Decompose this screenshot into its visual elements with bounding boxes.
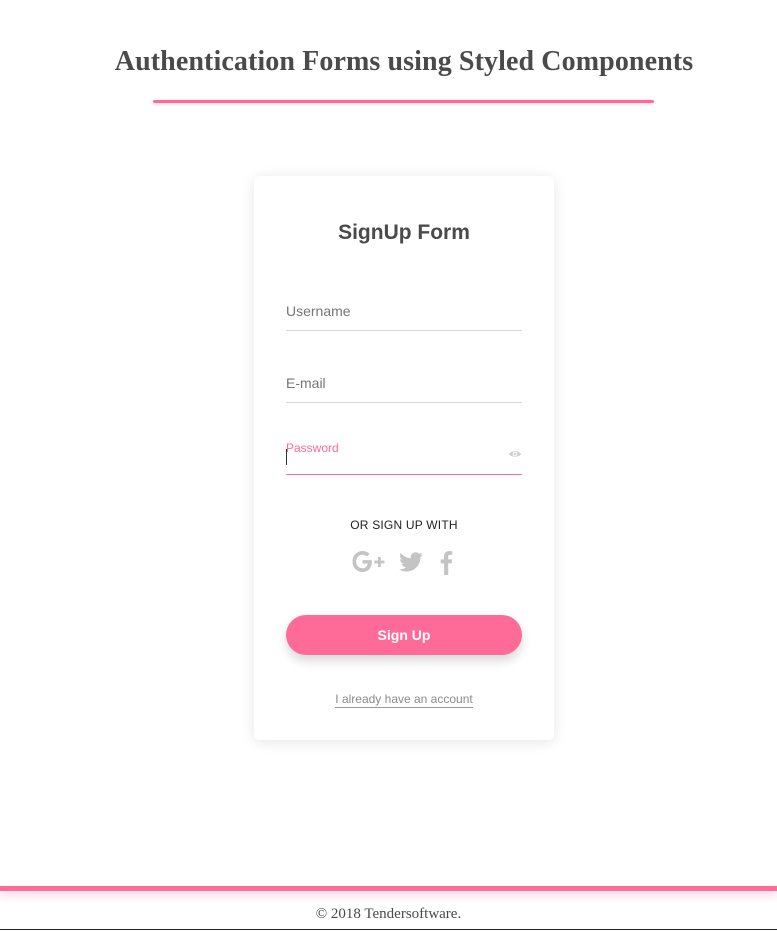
facebook-icon[interactable] — [439, 548, 453, 576]
username-field-wrapper — [286, 291, 522, 331]
email-input[interactable] — [286, 363, 522, 402]
password-field-wrapper: Password — [286, 435, 522, 475]
username-input[interactable] — [286, 291, 522, 330]
email-field-wrapper — [286, 363, 522, 403]
footer-bottom-border — [0, 929, 777, 930]
twitter-icon[interactable] — [398, 548, 424, 576]
social-signup-text: OR SIGN UP WITH — [350, 518, 458, 532]
eye-icon[interactable] — [508, 447, 522, 461]
footer-copyright: © 2018 Tendersoftware. — [315, 906, 462, 922]
login-link[interactable]: I already have an account — [335, 692, 473, 708]
footer-divider — [0, 886, 777, 891]
page-title: Authentication Forms using Styled Compon… — [114, 46, 694, 77]
password-input[interactable] — [286, 445, 522, 473]
google-plus-icon[interactable] — [350, 548, 388, 576]
account-link-wrapper: I already have an account — [254, 692, 554, 708]
social-icons-row — [350, 548, 470, 576]
form-title: SignUp Form — [338, 221, 470, 244]
signup-button[interactable]: Sign Up — [286, 615, 522, 655]
title-underline — [153, 100, 654, 103]
signup-card: SignUp Form Password OR SIGN UP WITH Sig… — [254, 176, 554, 740]
